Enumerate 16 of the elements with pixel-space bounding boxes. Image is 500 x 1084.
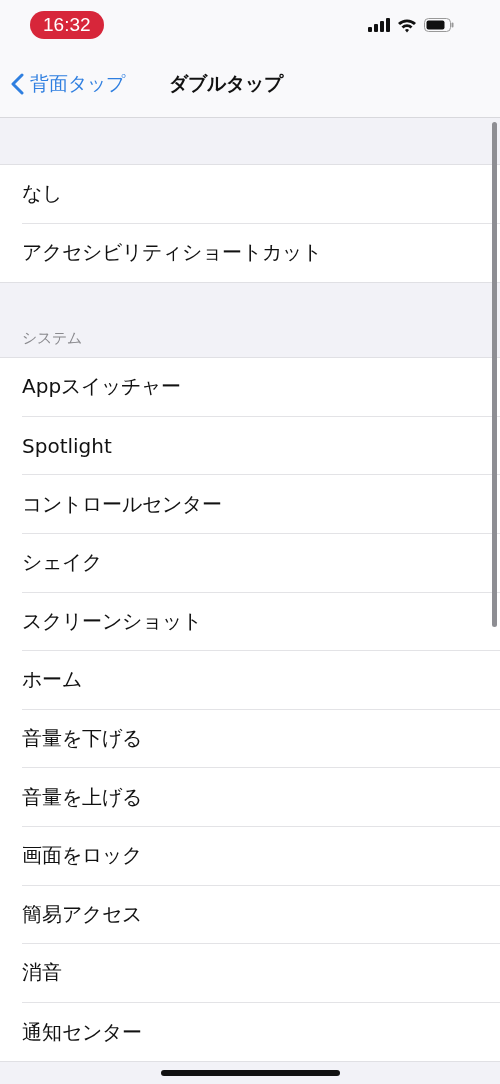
option-row[interactable]: 簡易アクセス [22,885,500,945]
wifi-icon [397,17,417,33]
page-title: ダブルタップ [169,70,283,96]
option-row[interactable]: 画面をロック [22,826,500,886]
status-time: 16:32 [30,11,104,39]
signal-icon [368,18,390,32]
option-row[interactable]: 消音 [22,944,500,1003]
option-row[interactable]: 音量を上げる [22,768,500,827]
option-row[interactable]: 音量を下げる [22,709,500,769]
back-button[interactable]: 背面タップ [0,70,125,97]
option-row[interactable]: ホーム [22,651,500,710]
section-header: システム [22,329,82,349]
option-row[interactable]: アクセシビリティショートカット [22,223,500,283]
option-row[interactable]: 通知センター [22,1002,500,1062]
battery-icon [424,18,454,32]
chevron-left-icon [10,72,24,95]
